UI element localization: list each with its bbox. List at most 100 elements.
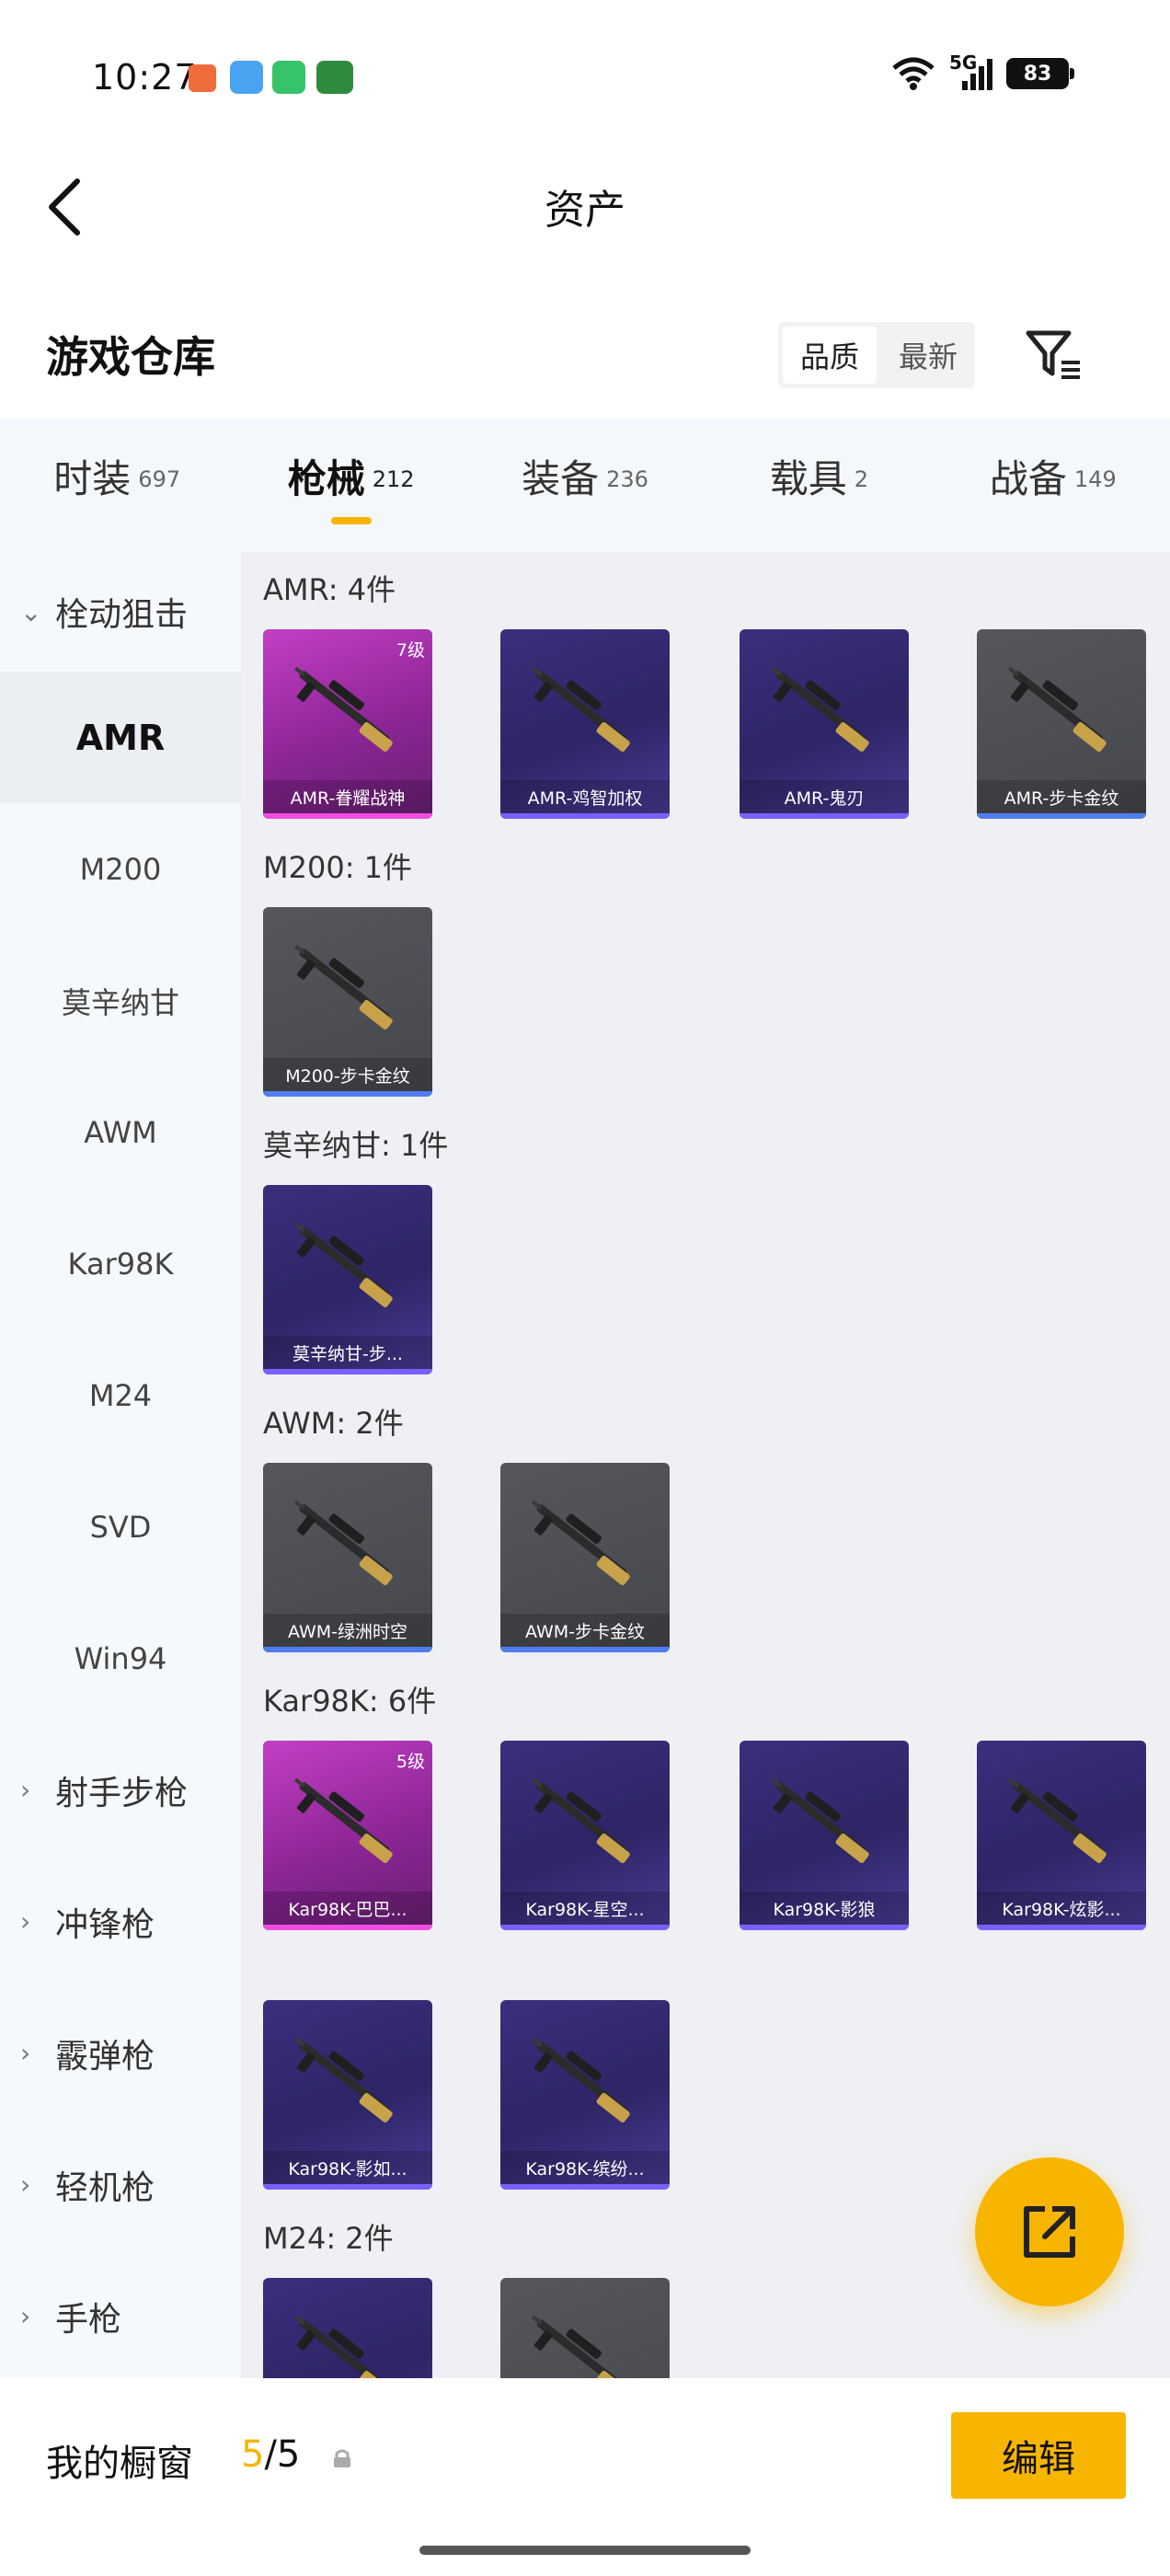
tab-label: 载具 xyxy=(769,456,847,501)
rifle-icon xyxy=(280,1203,418,1332)
rarity-stripe xyxy=(263,1925,432,1930)
weapon-card[interactable]: AWM-绿洲时空 xyxy=(263,1463,432,1652)
sidebar-item-m24[interactable]: M24 xyxy=(0,1329,241,1461)
rarity-stripe xyxy=(740,1925,909,1930)
showcase-current: 5 xyxy=(241,2433,265,2476)
sidebar-group-bolt-action[interactable]: ⌄ 栓动狙击 xyxy=(0,552,241,672)
tab-label: 枪械 xyxy=(287,456,365,501)
rarity-stripe xyxy=(740,813,909,819)
rarity-stripe xyxy=(500,2184,670,2190)
rifle-icon xyxy=(517,2018,655,2147)
rifle-icon xyxy=(993,648,1131,776)
sidebar-item-m200[interactable]: M200 xyxy=(0,803,241,935)
sidebar-group-shotgun[interactable]: › 霰弹枪 xyxy=(0,1987,241,2119)
rifle-icon xyxy=(280,2018,418,2147)
showcase-label: 我的橱窗 xyxy=(46,2443,193,2485)
weapon-name: AMR-鬼刃 xyxy=(740,780,909,813)
rifle-icon xyxy=(756,648,894,776)
rarity-stripe xyxy=(500,813,670,819)
rifle-icon xyxy=(517,648,655,776)
weapon-name: Kar98K-星空... xyxy=(500,1892,670,1925)
section-title-m200: M200: 1件 xyxy=(263,850,413,885)
sidebar-group-label: 霰弹枪 xyxy=(55,2037,155,2076)
weapon-name: AWM-步卡金纹 xyxy=(500,1614,670,1647)
tab-supplies[interactable]: 战备 149 xyxy=(936,419,1170,552)
sidebar-item-amr[interactable]: AMR xyxy=(0,672,241,803)
sort-toggle: 品质 最新 xyxy=(778,322,975,388)
weapon-card[interactable]: Kar98K-炫影... xyxy=(977,1741,1146,1930)
warehouse-bar: 游戏仓库 品质 最新 xyxy=(0,304,1170,405)
oppo-app-icon xyxy=(316,61,353,94)
status-bar: 10:27 5G 83 xyxy=(0,0,1170,147)
sidebar-group-dmr[interactable]: › 射手步枪 xyxy=(0,1724,241,1856)
weapon-card[interactable]: 7级 AMR-眷耀战神 xyxy=(263,629,432,819)
weapon-card[interactable] xyxy=(263,2278,432,2378)
tab-count: 2 xyxy=(854,466,869,492)
filter-button[interactable] xyxy=(1021,322,1085,386)
section-title-m24: M24: 2件 xyxy=(263,2221,394,2256)
tab-weapons[interactable]: 枪械 212 xyxy=(234,419,467,552)
weapon-card[interactable]: Kar98K-缤纷... xyxy=(500,2000,670,2190)
weapon-card[interactable]: Kar98K-影狼 xyxy=(740,1741,909,1930)
rarity-stripe xyxy=(500,1925,670,1930)
warehouse-title: 游戏仓库 xyxy=(46,332,215,382)
sidebar-group-pistol[interactable]: › 手枪 xyxy=(0,2250,241,2378)
weapon-name: AMR-眷耀战神 xyxy=(263,780,432,813)
tab-vehicles[interactable]: 载具 2 xyxy=(702,419,935,552)
chevron-right-icon: › xyxy=(20,1906,31,1937)
tab-count: 149 xyxy=(1073,466,1117,492)
rarity-stripe xyxy=(977,1925,1146,1930)
weapon-card[interactable]: AMR-鸡智加权 xyxy=(500,629,670,819)
category-tabs: 时装 697 枪械 212 装备 236 载具 2 战备 149 xyxy=(0,419,1170,552)
share-fab-button[interactable] xyxy=(975,2157,1124,2306)
weapon-card[interactable]: Kar98K-影如... xyxy=(263,2000,432,2190)
rarity-stripe xyxy=(263,1369,432,1374)
tab-equipment[interactable]: 装备 236 xyxy=(468,419,702,552)
external-link-icon xyxy=(1024,2206,1075,2258)
chevron-right-icon: › xyxy=(20,2038,31,2068)
sidebar-item-awm[interactable]: AWM xyxy=(0,1066,241,1198)
chevron-down-icon: ⌄ xyxy=(20,596,42,627)
sidebar-group-smg[interactable]: › 冲锋枪 xyxy=(0,1856,241,1987)
rifle-icon xyxy=(280,648,418,776)
rarity-stripe xyxy=(500,1647,670,1652)
sort-newest-option[interactable]: 最新 xyxy=(881,322,975,388)
rifle-icon xyxy=(756,1759,894,1888)
level-badge: 7级 xyxy=(396,640,425,661)
sidebar-item-svd[interactable]: SVD xyxy=(0,1461,241,1593)
sort-quality-option[interactable]: 品质 xyxy=(783,327,877,384)
page-title: 资产 xyxy=(545,187,625,234)
tab-fashion[interactable]: 时装 697 xyxy=(0,419,234,552)
section-title-kar98k: Kar98K: 6件 xyxy=(263,1684,437,1719)
weapon-card[interactable]: AMR-步卡金纹 xyxy=(977,629,1146,819)
weapon-name: Kar98K-影狼 xyxy=(740,1892,909,1925)
weapon-card[interactable]: 5级 Kar98K-巴巴... xyxy=(263,1741,432,1930)
weapon-name: AMR-鸡智加权 xyxy=(500,780,670,813)
level-badge: 5级 xyxy=(396,1752,425,1772)
rarity-stripe xyxy=(263,813,432,819)
sidebar-item-win94[interactable]: Win94 xyxy=(0,1593,241,1724)
weapon-card[interactable]: AMR-鬼刃 xyxy=(740,629,909,819)
weapon-card[interactable]: AWM-步卡金纹 xyxy=(500,1463,670,1652)
chevron-right-icon: › xyxy=(20,1775,31,1805)
tab-label: 装备 xyxy=(522,456,600,501)
page-header: 资产 xyxy=(0,147,1170,267)
status-time: 10:27 xyxy=(92,57,198,98)
filter-icon xyxy=(1026,330,1080,379)
weapon-name: 莫辛纳甘-步... xyxy=(263,1336,432,1369)
weapon-card[interactable]: M200-步卡金纹 xyxy=(263,907,432,1097)
sidebar-item-mosin[interactable]: 莫辛纳甘 xyxy=(0,935,241,1066)
sidebar-group-lmg[interactable]: › 轻机枪 xyxy=(0,2119,241,2250)
weapon-card[interactable]: Kar98K-星空... xyxy=(500,1741,670,1930)
weapon-card[interactable]: 莫辛纳甘-步... xyxy=(263,1185,432,1374)
weapon-card[interactable] xyxy=(500,2278,670,2378)
showcase-total: /5 xyxy=(264,2433,301,2476)
section-title-amr: AMR: 4件 xyxy=(263,572,396,607)
weapon-name: Kar98K-缤纷... xyxy=(500,2151,670,2184)
weapon-name: AMR-步卡金纹 xyxy=(977,780,1146,813)
section-title-awm: AWM: 2件 xyxy=(263,1406,404,1441)
edit-button[interactable]: 编辑 xyxy=(951,2412,1126,2499)
signal-icon xyxy=(962,59,992,90)
sidebar-item-kar98k[interactable]: Kar98K xyxy=(0,1198,241,1329)
tab-count: 212 xyxy=(372,466,415,492)
